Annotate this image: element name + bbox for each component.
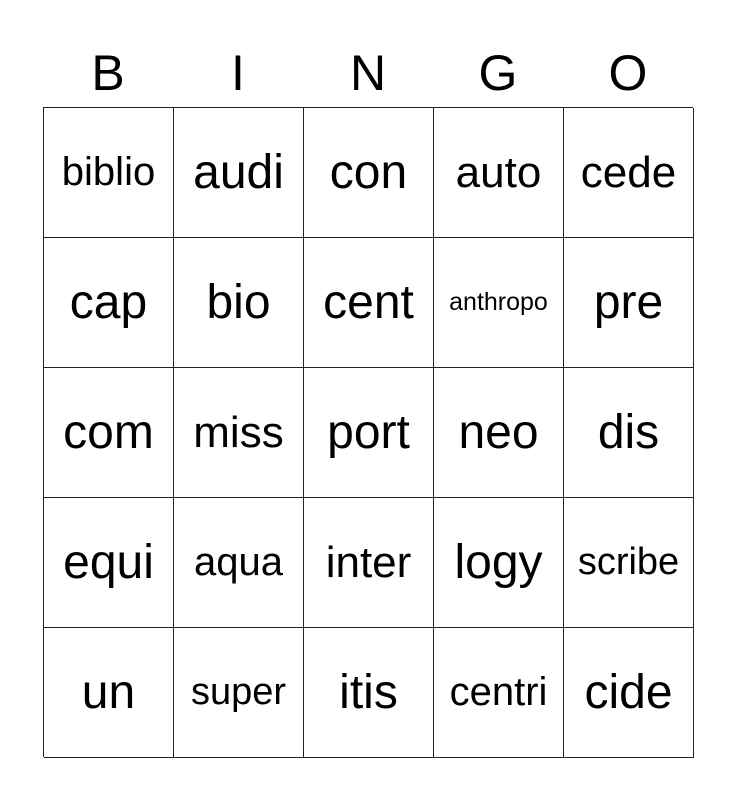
bingo-cell: equi [44,498,174,628]
bingo-cell: un [44,628,174,758]
bingo-cell: miss [174,368,304,498]
header-letter-o: O [608,45,648,101]
bingo-cell: cent [304,238,434,368]
header-letter-i: I [231,45,245,101]
bingo-cell: port [304,368,434,498]
bingo-cell: com [44,368,174,498]
bingo-cell: centri [434,628,564,758]
bingo-cell: scribe [564,498,694,628]
bingo-cell: audi [174,108,304,238]
bingo-cell: pre [564,238,694,368]
bingo-cell: logy [434,498,564,628]
bingo-cell: bio [174,238,304,368]
bingo-cell: cide [564,628,694,758]
bingo-cell: biblio [44,108,174,238]
bingo-cell: con [304,108,434,238]
bingo-cell: inter [304,498,434,628]
bingo-cell: anthropo [434,238,564,368]
header-letter-g: G [478,45,518,101]
bingo-header: B I N G O [43,40,693,107]
bingo-cell: dis [564,368,694,498]
header-letter-n: N [349,45,387,101]
bingo-cell: neo [434,368,564,498]
bingo-cell: cede [564,108,694,238]
header-letter-b: B [91,45,125,101]
bingo-cell: itis [304,628,434,758]
bingo-cell: cap [44,238,174,368]
bingo-card-grid: biblio audi con auto cede cap bio cent a… [43,107,694,758]
bingo-cell: aqua [174,498,304,628]
bingo-cell: auto [434,108,564,238]
bingo-cell: super [174,628,304,758]
